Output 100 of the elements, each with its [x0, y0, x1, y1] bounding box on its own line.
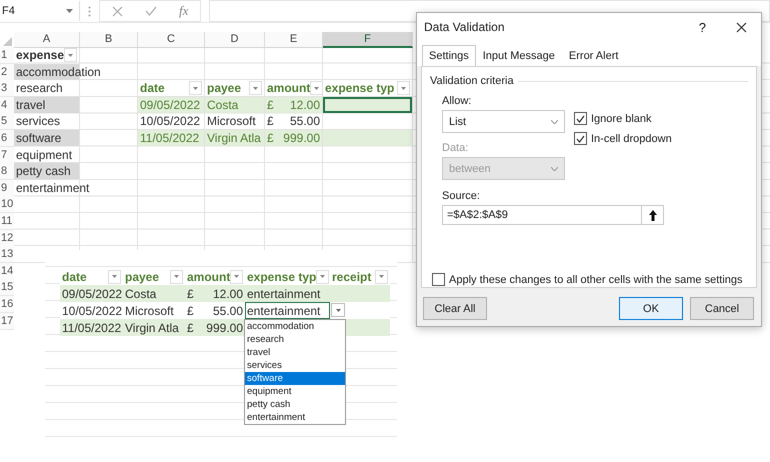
filter-button[interactable]: [108, 270, 121, 284]
dropdown-option[interactable]: research: [245, 333, 345, 346]
tab[interactable]: Settings: [422, 45, 476, 66]
caret-icon: [68, 54, 74, 56]
table-cell-text: £ 999.00: [186, 320, 244, 336]
row-header[interactable]: 14: [0, 262, 14, 280]
grip-icon: [88, 6, 91, 16]
dropdown-option[interactable]: petty cash: [245, 398, 345, 411]
close-icon[interactable]: [736, 22, 747, 32]
filter-button[interactable]: [230, 270, 244, 284]
row-header[interactable]: 11: [0, 212, 14, 230]
caret-icon: [193, 86, 198, 90]
tab[interactable]: Input Message: [476, 45, 562, 66]
tab[interactable]: Error Alert: [562, 45, 626, 66]
filter-button[interactable]: [375, 270, 388, 284]
row-header[interactable]: 2: [0, 64, 14, 81]
row-header[interactable]: 17: [0, 312, 14, 330]
check-icon[interactable]: [145, 6, 157, 16]
dropdown-option[interactable]: equipment: [245, 385, 345, 398]
row-header[interactable]: 5: [0, 113, 14, 130]
cell-text: research: [16, 81, 63, 96]
column-heading: expense typ: [247, 270, 316, 284]
filter-button[interactable]: [397, 81, 410, 96]
table-cell-text: 11/05/2022: [61, 320, 122, 336]
help-button[interactable]: ?: [698, 20, 706, 34]
column-heading: expense typ: [325, 81, 394, 96]
table-cell-text: Costa: [124, 286, 158, 302]
caret-icon: [314, 86, 320, 90]
table-cell[interactable]: [323, 96, 412, 113]
dropdown-option[interactable]: travel: [245, 346, 345, 359]
checkbox-label: In-cell dropdown: [591, 132, 672, 144]
cell-text: services: [16, 114, 60, 128]
field-label: Allow:: [442, 95, 472, 107]
row-header[interactable]: 15: [0, 279, 14, 296]
dialog-button[interactable]: Clear All: [423, 297, 487, 320]
filter-button[interactable]: [170, 270, 183, 284]
column-header[interactable]: A: [14, 32, 80, 48]
table-cell-text: Virgin Atla: [124, 320, 180, 336]
filter-button[interactable]: [310, 81, 324, 96]
dropdown-option[interactable]: software: [245, 372, 345, 385]
source-field[interactable]: =$A$2:$A$9: [442, 205, 642, 225]
row-header[interactable]: 7: [0, 146, 14, 164]
caret-icon: [112, 275, 117, 278]
row-header[interactable]: 10: [0, 196, 14, 214]
collapse-button[interactable]: [642, 205, 664, 225]
row-header[interactable]: 1: [0, 47, 14, 64]
row-header[interactable]: 16: [0, 296, 14, 313]
table-cell[interactable]: [323, 130, 412, 146]
dialog-button[interactable]: OK: [619, 297, 683, 320]
group-label: Validation criteria: [430, 75, 514, 87]
row-header[interactable]: 6: [0, 130, 14, 147]
row-header[interactable]: 3: [0, 80, 14, 98]
filter-button[interactable]: [316, 270, 330, 284]
row-header[interactable]: 4: [0, 96, 14, 114]
column-heading: date: [62, 270, 87, 284]
table-cell-text: 10/05/2022: [139, 113, 202, 130]
table-cell-text: Microsoft: [206, 113, 257, 130]
dialog-button[interactable]: Cancel: [690, 297, 754, 320]
checkbox-label: Apply these changes to all other cells with the same settings: [449, 274, 742, 286]
table-header-text: expense: [16, 48, 64, 62]
column-header[interactable]: C: [138, 32, 205, 48]
filter-button[interactable]: [64, 48, 78, 62]
column-header[interactable]: B: [80, 32, 138, 48]
column-heading: amount: [187, 270, 230, 284]
column-header[interactable]: D: [205, 32, 265, 48]
table-cell-text: entertainment: [246, 286, 322, 302]
caret-icon: [320, 275, 326, 278]
table-cell-text: £ 55.00: [266, 113, 321, 130]
dialog-title: Data Validation: [424, 20, 506, 34]
row-header[interactable]: 13: [0, 246, 14, 264]
table-cell: Virgin Atla: [205, 130, 264, 146]
checkbox[interactable]: [574, 132, 587, 145]
table-cell: £ 999.00: [265, 130, 322, 146]
cancel-icon[interactable]: [112, 6, 123, 16]
dropdown-option[interactable]: services: [245, 359, 345, 372]
checkbox[interactable]: [432, 273, 445, 286]
row-header[interactable]: 8: [0, 163, 14, 180]
dropdown-button[interactable]: [331, 303, 345, 317]
table-cell: Costa: [205, 96, 264, 113]
table-cell-text: £ 12.00: [186, 286, 244, 302]
name-box[interactable]: F4: [0, 1, 80, 21]
row-header[interactable]: 9: [0, 180, 14, 197]
row-header[interactable]: 12: [0, 230, 14, 247]
caret-icon: [174, 275, 179, 278]
column-header[interactable]: E: [265, 32, 323, 48]
insert-function-button[interactable]: fx: [179, 3, 188, 19]
dropdown-option[interactable]: accommodation: [245, 320, 345, 333]
cell-text: accommodation: [16, 64, 101, 79]
filter-button[interactable]: [189, 81, 202, 96]
allow-dropdown[interactable]: List: [442, 110, 565, 133]
table-cell: £ 12.00: [265, 96, 322, 113]
caret-icon: [66, 9, 73, 13]
filter-button[interactable]: [249, 81, 262, 96]
chevron-icon: [551, 166, 558, 170]
checkbox[interactable]: [574, 112, 587, 125]
column-header[interactable]: F: [323, 32, 413, 48]
table-cell-text: 10/05/2022: [61, 302, 123, 319]
dropdown-option[interactable]: entertainment: [245, 411, 345, 424]
column-heading: payee: [207, 81, 242, 96]
column-heading: date: [140, 81, 165, 96]
